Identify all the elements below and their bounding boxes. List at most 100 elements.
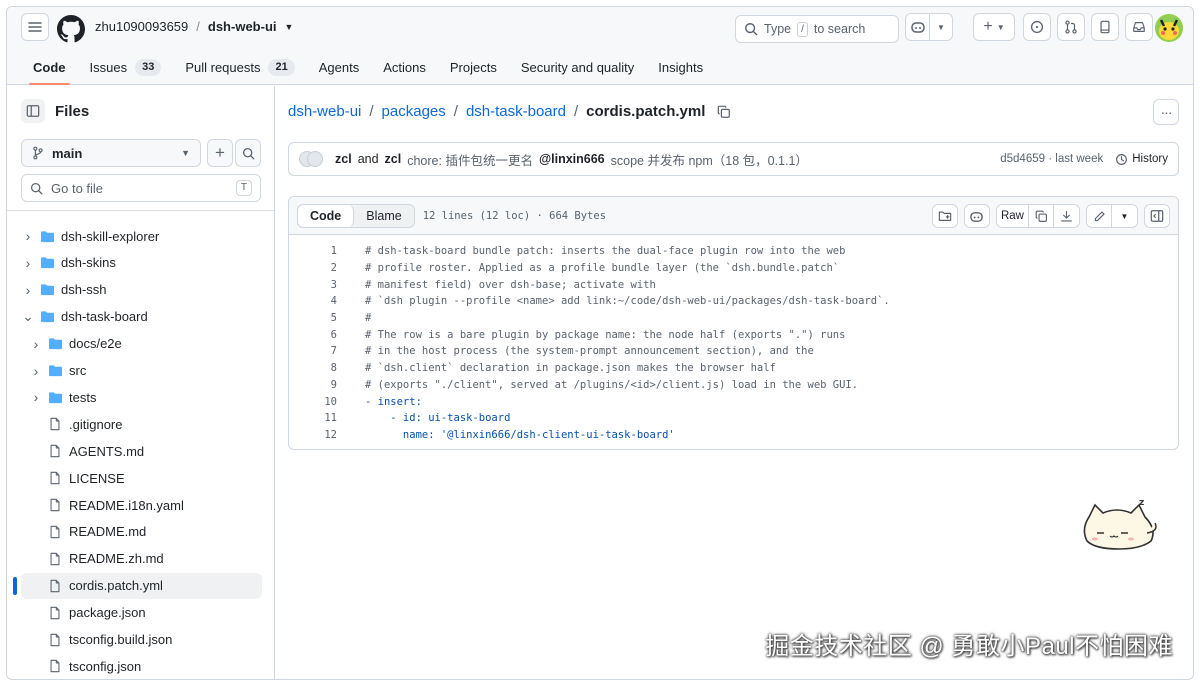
tree-folder-item[interactable]: › docs/e2e xyxy=(21,331,262,357)
tab-actions[interactable]: Actions xyxy=(371,51,438,83)
pull-requests-button[interactable] xyxy=(1057,13,1085,41)
more-options-button[interactable]: ··· xyxy=(1153,99,1179,125)
collapse-sidebar-button[interactable] xyxy=(21,99,45,123)
tree-folder-item[interactable]: › dsh-skins xyxy=(21,250,262,276)
edit-actions-group: ▼ xyxy=(1086,204,1138,228)
breadcrumb-packages-link[interactable]: packages xyxy=(382,103,446,120)
line-number[interactable]: 1 xyxy=(289,245,337,257)
tree-folder-item[interactable]: › src xyxy=(21,358,262,384)
tree-file-item[interactable]: cordis.patch.yml xyxy=(21,572,262,599)
tab-agents[interactable]: Agents xyxy=(307,51,371,83)
blame-view-button[interactable]: Blame xyxy=(354,205,413,227)
pull-requests-count-badge: 21 xyxy=(268,58,295,76)
repositories-button[interactable] xyxy=(1091,13,1119,41)
github-window: zhu1090093659 / dsh-web-ui ▼ Type / to s… xyxy=(6,6,1194,680)
repo-link[interactable]: dsh-web-ui xyxy=(208,19,277,34)
chevron-right-icon[interactable]: › xyxy=(21,282,35,298)
latest-commit-bar: zcl and zcl chore: 插件包统一更名 @linxin666 sc… xyxy=(288,142,1179,176)
issues-button[interactable] xyxy=(1023,13,1051,41)
code-text: # manifest field) over dsh-base; activat… xyxy=(365,278,656,291)
symbols-toggle-button[interactable] xyxy=(1144,204,1170,228)
chevron-right-icon[interactable]: › xyxy=(21,255,35,271)
repo-book-icon xyxy=(1100,20,1110,34)
tree-folder-item[interactable]: ⌄ dsh-task-board xyxy=(21,304,262,330)
search-files-button[interactable] xyxy=(235,139,261,167)
owner-link[interactable]: zhu1090093659 xyxy=(95,19,188,34)
tree-item-label: tests xyxy=(69,389,97,405)
edit-file-button[interactable] xyxy=(1087,205,1112,227)
tab-projects[interactable]: Projects xyxy=(438,51,509,83)
repo-dropdown-caret-icon[interactable]: ▼ xyxy=(285,22,294,32)
tree-file-item[interactable]: README.md xyxy=(21,519,262,545)
line-number[interactable]: 10 xyxy=(289,396,337,408)
create-new-button[interactable]: + ▼ xyxy=(973,13,1015,41)
tree-file-item[interactable]: README.zh.md xyxy=(21,546,262,572)
tab-insights[interactable]: Insights xyxy=(646,51,715,83)
tab-issues[interactable]: Issues 33 xyxy=(78,51,174,83)
code-lines[interactable]: 1 # dsh-task-board bundle patch: inserts … xyxy=(289,243,1178,443)
view-toggle: Code Blame xyxy=(297,203,415,228)
copy-raw-button[interactable] xyxy=(1029,205,1054,227)
line-number[interactable]: 9 xyxy=(289,379,337,391)
file-icon xyxy=(47,605,63,621)
line-number[interactable]: 5 xyxy=(289,312,337,324)
line-number[interactable]: 12 xyxy=(289,429,337,441)
breadcrumb-repo-link[interactable]: dsh-web-ui xyxy=(288,103,361,120)
line-number[interactable]: 8 xyxy=(289,362,337,374)
line-number[interactable]: 7 xyxy=(289,345,337,357)
chevron-right-icon[interactable]: › xyxy=(29,336,43,352)
chevron-right-icon[interactable]: › xyxy=(21,228,35,244)
github-logo[interactable] xyxy=(57,15,85,46)
tab-pull-requests[interactable]: Pull requests 21 xyxy=(173,51,306,83)
tree-folder-item[interactable]: › dsh-skill-explorer xyxy=(21,223,262,249)
tree-folder-item[interactable]: › dsh-ssh xyxy=(21,277,262,303)
user-avatar[interactable] xyxy=(1155,14,1183,42)
copilot-button[interactable] xyxy=(906,14,930,40)
inbox-button[interactable] xyxy=(1125,13,1153,41)
line-number[interactable]: 4 xyxy=(289,295,337,307)
tree-file-item[interactable]: package.json xyxy=(21,600,262,626)
history-button[interactable]: History xyxy=(1115,153,1168,166)
line-number[interactable]: 2 xyxy=(289,262,337,274)
commit-sha[interactable]: d5d4659 · last week xyxy=(1000,153,1103,165)
tab-code[interactable]: Code xyxy=(21,51,78,85)
copilot-dropdown-icon[interactable]: ▼ xyxy=(930,23,952,32)
copilot-button[interactable] xyxy=(963,204,990,228)
copilot-menu[interactable]: ▼ xyxy=(905,13,953,41)
commit-author-1[interactable]: zcl xyxy=(335,152,352,166)
tree-file-item[interactable]: tsconfig.json xyxy=(21,653,262,679)
chevron-right-icon[interactable]: › xyxy=(29,389,43,405)
download-button[interactable] xyxy=(1054,205,1079,227)
tree-file-item[interactable]: AGENTS.md xyxy=(21,438,262,464)
branch-selector[interactable]: main ▼ xyxy=(21,139,201,167)
chevron-right-icon[interactable]: › xyxy=(29,363,43,379)
commit-author-2[interactable]: zcl xyxy=(385,152,402,166)
repo-nav-tabs: Code Issues 33 Pull requests 21 Agents Act… xyxy=(21,51,715,85)
raw-button[interactable]: Raw xyxy=(997,205,1029,227)
commit-mention-link[interactable]: @linxin666 xyxy=(539,152,605,166)
menu-button[interactable] xyxy=(21,13,49,41)
issues-count-badge: 33 xyxy=(135,58,162,76)
commit-message-suffix[interactable]: scope 并发布 npm（18 包，0.1.1） xyxy=(611,150,808,169)
edit-dropdown-button[interactable]: ▼ xyxy=(1112,205,1137,227)
search-input[interactable]: Type / to search xyxy=(735,15,899,43)
tree-file-item[interactable]: README.i18n.yaml xyxy=(21,492,262,518)
commit-avatars[interactable] xyxy=(299,151,323,167)
tree-file-item[interactable]: LICENSE xyxy=(21,465,262,491)
symbols-panel-button[interactable] xyxy=(931,204,958,228)
tree-folder-item[interactable]: › tests xyxy=(21,384,262,410)
go-to-file-input[interactable]: Go to file T xyxy=(21,174,261,202)
commit-message-prefix[interactable]: chore: 插件包统一更名 xyxy=(407,150,533,169)
add-file-button[interactable]: + xyxy=(207,139,233,167)
tab-security[interactable]: Security and quality xyxy=(509,51,646,83)
line-number[interactable]: 3 xyxy=(289,279,337,291)
chevron-down-icon[interactable]: ⌄ xyxy=(21,308,35,325)
tree-item-label: LICENSE xyxy=(69,470,125,486)
code-view-button[interactable]: Code xyxy=(298,204,355,227)
tree-file-item[interactable]: .gitignore xyxy=(21,411,262,437)
line-number[interactable]: 11 xyxy=(289,412,337,424)
tree-file-item[interactable]: tsconfig.build.json xyxy=(21,627,262,653)
copy-path-button[interactable] xyxy=(717,105,731,119)
line-number[interactable]: 6 xyxy=(289,329,337,341)
breadcrumb-folder-link[interactable]: dsh-task-board xyxy=(466,103,566,120)
